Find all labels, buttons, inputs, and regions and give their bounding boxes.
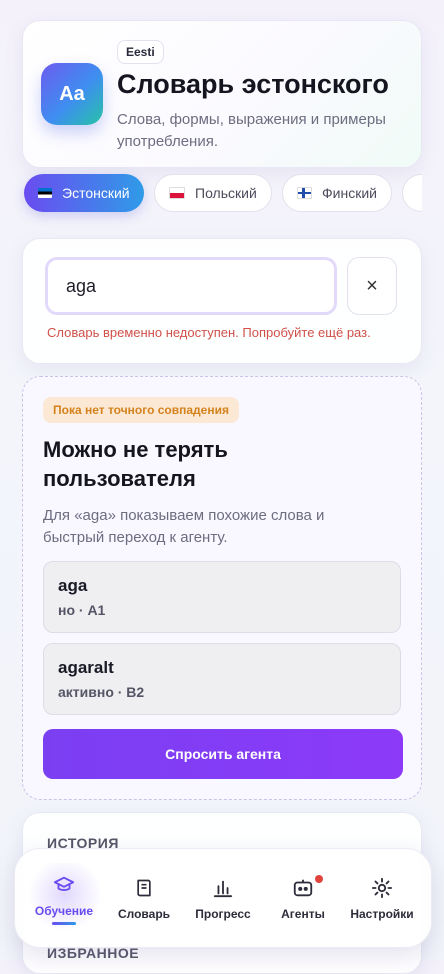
language-tag: Eesti [117, 40, 164, 64]
nav-settings[interactable]: Настройки [345, 849, 419, 947]
nav-label: Настройки [350, 907, 414, 921]
active-indicator [52, 921, 76, 925]
word-text: aga [58, 576, 88, 595]
chip-estonian[interactable]: Эстонский [24, 174, 144, 212]
word-text: agaralt [58, 658, 114, 677]
bottom-navigation: Обучение Словарь Прогресс Агенты Настрой… [14, 848, 432, 948]
chip-finnish[interactable]: Финский [282, 174, 392, 212]
close-icon: × [366, 274, 378, 297]
page-subtitle: Слова, формы, выражения и примеры употре… [117, 111, 386, 150]
search-input[interactable] [45, 257, 337, 315]
nav-label: Обучение [34, 903, 94, 918]
app-logo: Aa [41, 63, 103, 125]
bar-chart-icon [210, 875, 236, 901]
error-message: Словарь временно недоступен. Попробуйте … [47, 325, 371, 340]
poland-flag-icon [169, 187, 185, 199]
nav-label: Агенты [281, 907, 325, 921]
nav-label: Словарь [117, 907, 171, 921]
chip-label: Польский [195, 185, 257, 201]
finland-flag-icon [297, 187, 313, 199]
nav-dictionary[interactable]: Словарь [109, 849, 179, 947]
nav-learning[interactable]: Обучение [25, 849, 103, 947]
header-card: Aa Eesti Словарь эстонского Слова, формы… [22, 20, 422, 168]
page-title: Словарь эстонского [117, 69, 389, 99]
nav-label: Прогресс [195, 907, 251, 921]
chip-polish[interactable]: Польский [154, 174, 272, 212]
chip-more[interactable] [402, 174, 422, 212]
chip-label: Эстонский [62, 185, 130, 201]
gear-icon [369, 875, 395, 901]
suggestions-description: Для «aga» показываем похожие слова и быс… [43, 507, 325, 546]
nav-agents[interactable]: Агенты [271, 849, 335, 947]
ask-agent-button[interactable]: Спросить агента [43, 729, 403, 779]
word-meta: но · A1 [58, 602, 106, 618]
chip-label: Финский [322, 185, 377, 201]
nav-progress[interactable]: Прогресс [185, 849, 261, 947]
clear-button[interactable]: × [347, 257, 397, 315]
estonia-flag-icon [38, 188, 52, 198]
language-chips: Эстонский Польский Финский [22, 174, 422, 214]
notification-dot [315, 875, 323, 883]
book-icon [131, 875, 157, 901]
suggestions-card: Пока нет точного совпадения Можно не тер… [22, 376, 422, 800]
status-badge: Пока нет точного совпадения [43, 397, 239, 423]
word-suggestion[interactable]: agaralt активно · B2 [43, 643, 401, 715]
word-suggestion[interactable]: aga но · A1 [43, 561, 401, 633]
search-card: × Словарь временно недоступен. Попробуйт… [22, 238, 422, 364]
word-meta: активно · B2 [58, 684, 145, 700]
suggestions-title: Можно не терять пользователя [43, 437, 228, 491]
graduation-cap-icon [51, 872, 77, 898]
robot-icon [290, 875, 316, 901]
